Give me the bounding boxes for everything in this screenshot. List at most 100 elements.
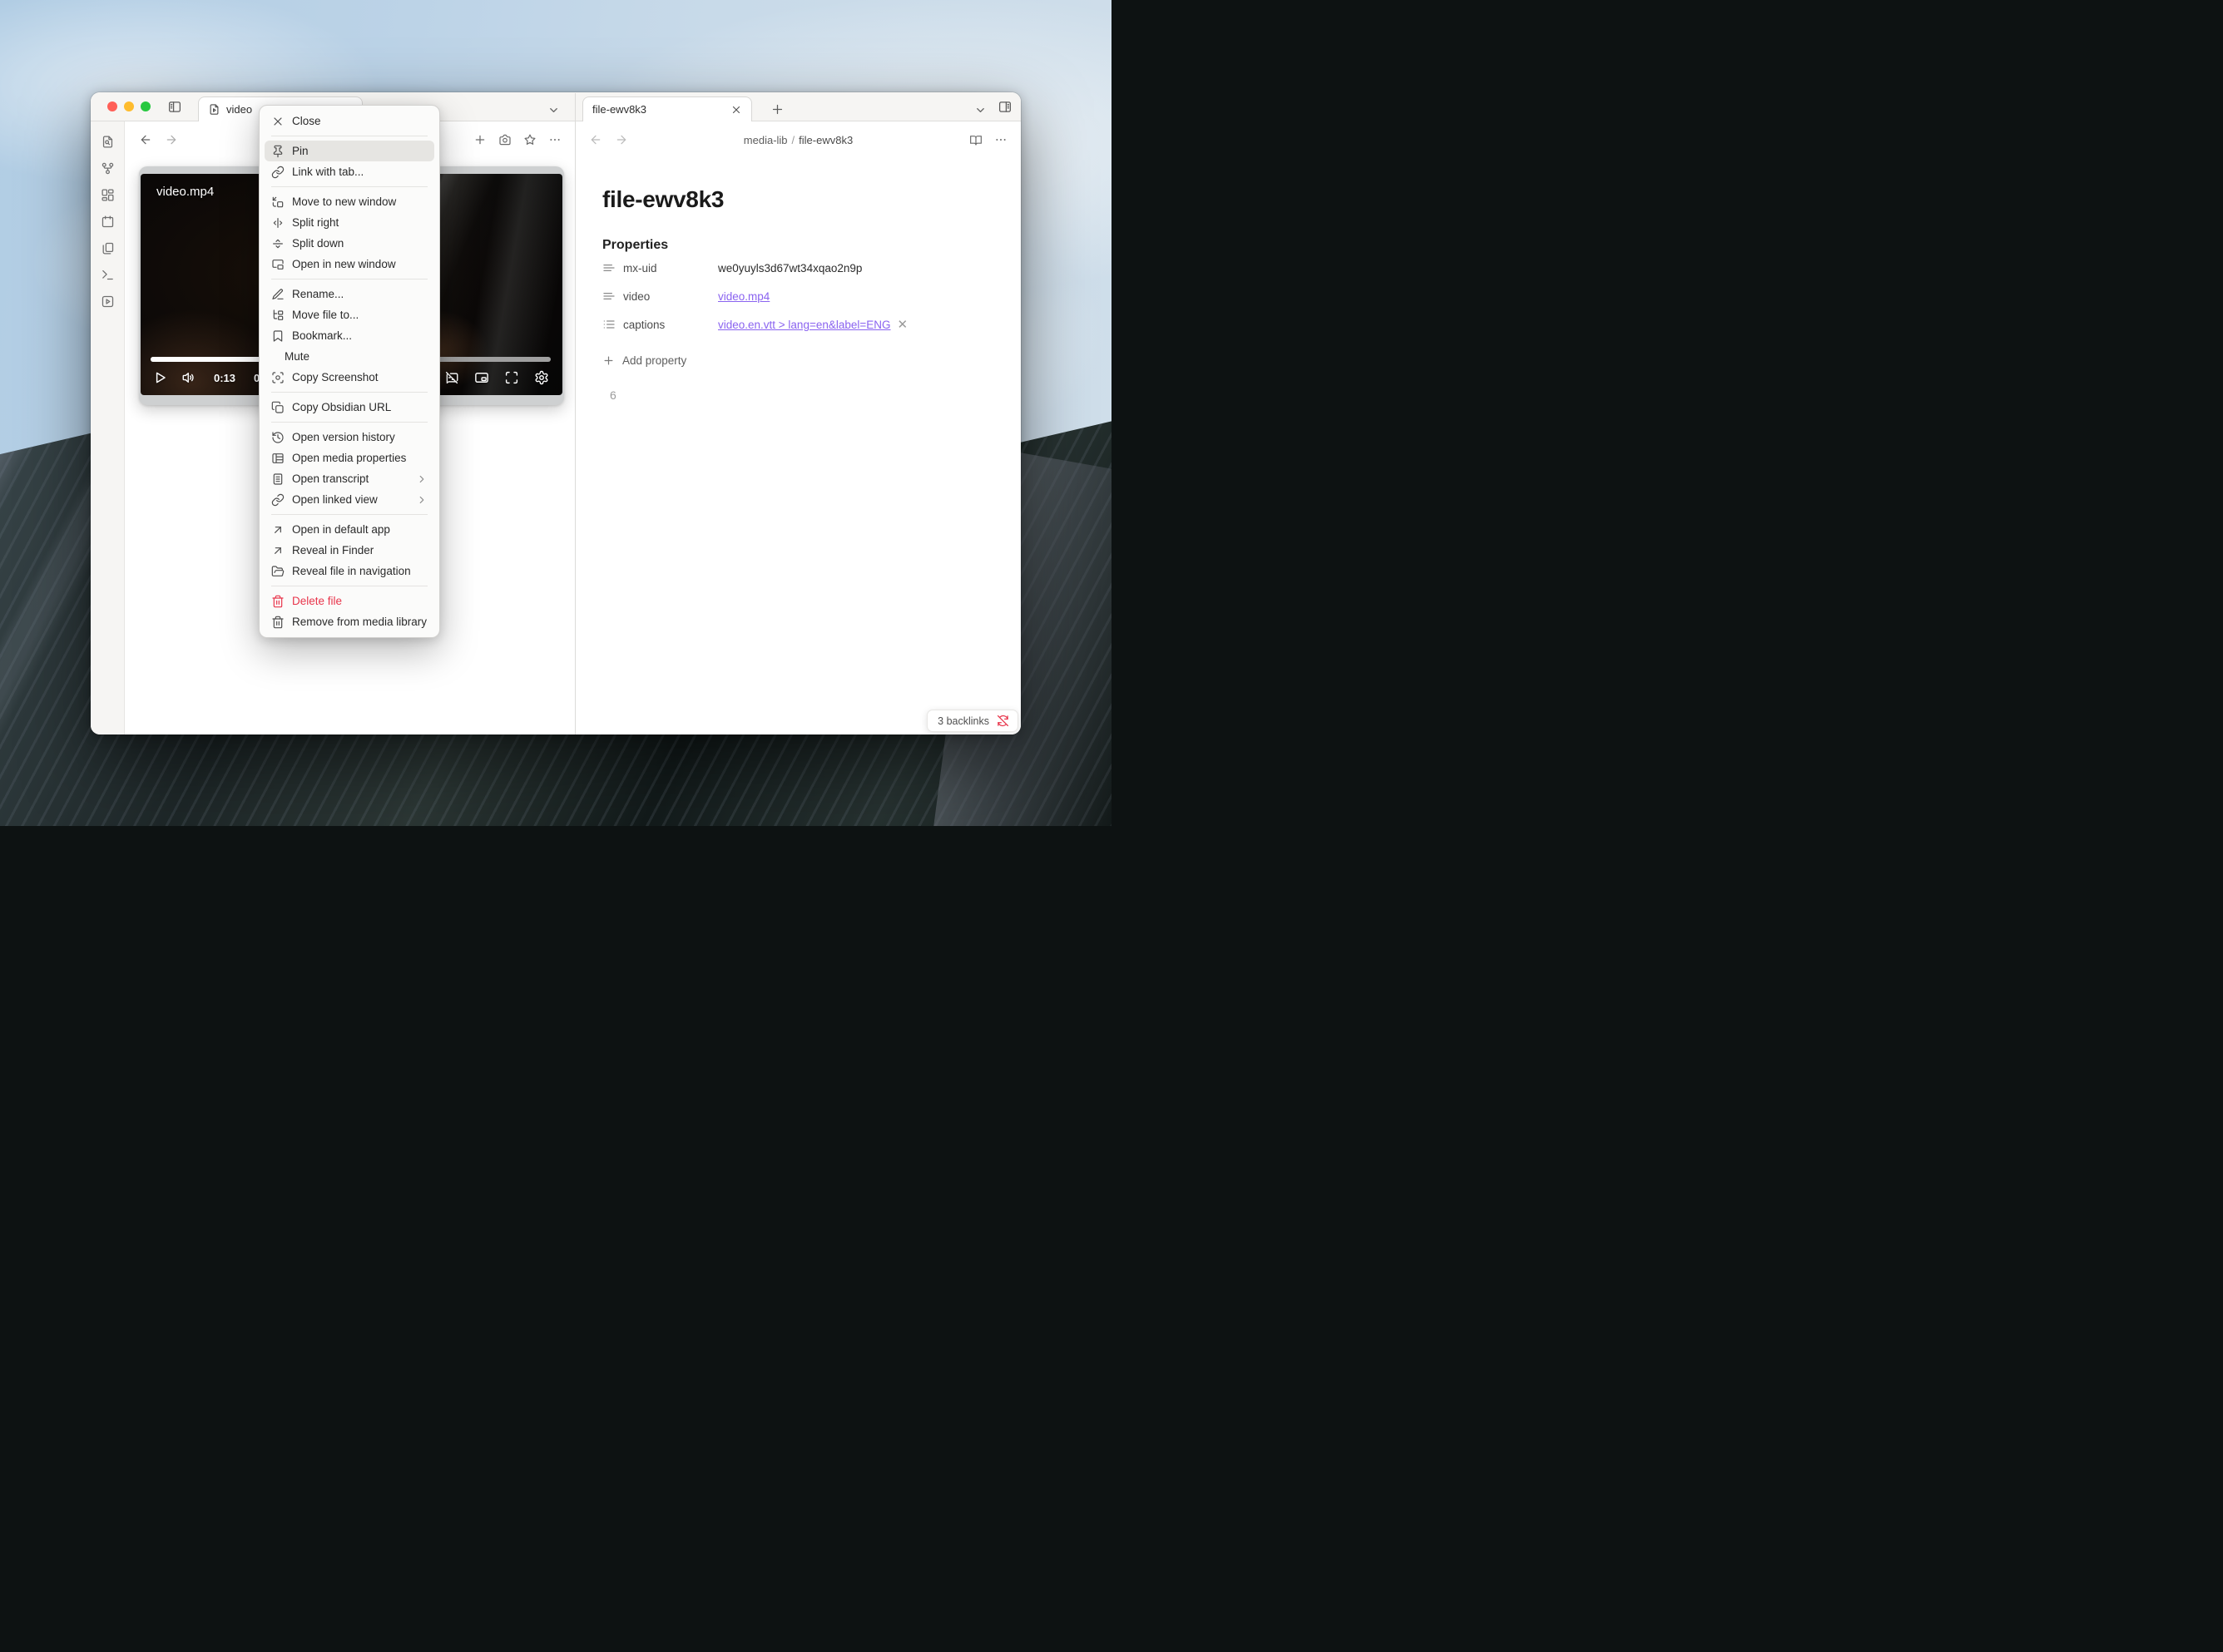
menu-separator <box>271 392 428 393</box>
panel-right-toggle-icon[interactable] <box>998 100 1012 114</box>
add-media-button[interactable] <box>473 133 487 146</box>
camera-icon[interactable] <box>498 133 512 146</box>
zoom-window-button[interactable] <box>141 101 151 111</box>
menu-item-reveal-file-in-navigation[interactable]: Reveal file in navigation <box>265 561 434 581</box>
menu-item-open-version-history[interactable]: Open version history <box>265 427 434 448</box>
copy-files-icon[interactable] <box>101 241 115 255</box>
picture-in-picture-icon[interactable] <box>474 370 489 385</box>
pane-divider[interactable] <box>575 93 576 734</box>
reading-mode-icon[interactable] <box>969 133 983 146</box>
file-search-icon[interactable] <box>101 135 115 149</box>
new-tab-button[interactable] <box>770 102 785 116</box>
menu-item-mute[interactable]: Mute <box>265 346 434 367</box>
right-pane: media-lib / file-ewv8k3 file-ewv8k3 Prop… <box>576 121 1021 734</box>
menu-item-move-to-new-window[interactable]: Move to new window <box>265 191 434 212</box>
back-arrow-icon[interactable] <box>589 133 602 146</box>
menu-item-open-media-properties[interactable]: Open media properties <box>265 448 434 468</box>
panel-left-toggle-icon[interactable] <box>167 100 182 114</box>
menu-item-open-in-new-window[interactable]: Open in new window <box>265 254 434 275</box>
chevron-right-icon <box>416 494 428 506</box>
tab-video-label: video <box>226 103 252 116</box>
move-window-icon <box>271 195 285 209</box>
breadcrumb-current[interactable]: file-ewv8k3 <box>799 134 853 146</box>
add-property-label: Add property <box>622 354 686 367</box>
breadcrumb-parent[interactable]: media-lib <box>744 134 788 146</box>
property-value-link[interactable]: video.en.vtt > lang=en&label=ENG <box>718 319 891 331</box>
menu-item-open-transcript[interactable]: Open transcript <box>265 468 434 489</box>
link-icon <box>271 493 285 507</box>
property-key[interactable]: video <box>623 290 718 303</box>
more-options-icon[interactable] <box>548 133 562 146</box>
menu-item-copy-obsidian-url[interactable]: Copy Obsidian URL <box>265 397 434 418</box>
calendar-icon[interactable] <box>101 215 115 229</box>
table-icon <box>271 452 285 465</box>
properties-heading[interactable]: Properties <box>602 238 1004 253</box>
pencil-icon <box>271 288 285 301</box>
menu-item-split-right[interactable]: Split right <box>265 212 434 233</box>
screenshot-icon <box>271 371 285 384</box>
property-value[interactable]: we0yuyls3d67wt34xqao2n9p <box>718 262 862 275</box>
text-property-icon[interactable] <box>602 261 616 275</box>
forward-arrow-icon[interactable] <box>165 133 178 146</box>
breadcrumb-separator: / <box>792 134 795 146</box>
captions-off-icon[interactable] <box>444 370 459 385</box>
tab-list-chevron-down-icon[interactable] <box>547 104 560 116</box>
close-window-button[interactable] <box>107 101 117 111</box>
menu-item-link-with-tab[interactable]: Link with tab... <box>265 161 434 182</box>
property-row-video: video video.mp4 <box>602 283 1004 309</box>
note-title[interactable]: file-ewv8k3 <box>602 186 1004 213</box>
right-pane-header: media-lib / file-ewv8k3 <box>576 121 1021 158</box>
menu-item-copy-screenshot[interactable]: Copy Screenshot <box>265 367 434 388</box>
menu-item-bookmark[interactable]: Bookmark... <box>265 325 434 346</box>
volume-icon[interactable] <box>181 370 196 385</box>
menu-item-pin[interactable]: Pin <box>265 141 434 161</box>
more-options-icon[interactable] <box>994 133 1008 146</box>
menu-item-reveal-in-finder[interactable]: Reveal in Finder <box>265 540 434 561</box>
sync-off-icon <box>997 715 1009 727</box>
play-icon[interactable] <box>152 370 167 385</box>
split-down-icon <box>271 237 285 250</box>
dashboard-icon[interactable] <box>101 188 115 202</box>
copy-icon <box>271 401 285 414</box>
settings-gear-icon[interactable] <box>534 370 549 385</box>
remove-property-value-icon[interactable]: ✕ <box>898 317 909 332</box>
fullscreen-icon[interactable] <box>504 370 519 385</box>
add-property-button[interactable]: Add property <box>602 354 1004 367</box>
forward-arrow-icon[interactable] <box>615 133 628 146</box>
menu-item-move-file-to[interactable]: Move file to... <box>265 304 434 325</box>
menu-item-rename[interactable]: Rename... <box>265 284 434 304</box>
menu-item-open-in-default-app[interactable]: Open in default app <box>265 519 434 540</box>
minimize-window-button[interactable] <box>124 101 134 111</box>
tab-context-menu: Close Pin Link with tab... Move to new w… <box>259 105 440 638</box>
close-tab-icon[interactable] <box>730 104 742 116</box>
video-filename-overlay: video.mp4 <box>156 185 214 199</box>
menu-item-remove-from-media-library[interactable]: Remove from media library <box>265 611 434 632</box>
property-key[interactable]: mx-uid <box>623 262 718 275</box>
property-value-link[interactable]: video.mp4 <box>718 290 770 303</box>
tab-file-ewv8k3[interactable]: file-ewv8k3 <box>582 96 752 121</box>
menu-item-split-down[interactable]: Split down <box>265 233 434 254</box>
menu-item-delete-file[interactable]: Delete file <box>265 591 434 611</box>
desktop: video file-ewv8k3 <box>0 0 1112 826</box>
menu-item-close[interactable]: Close <box>265 111 434 131</box>
line-number: 6 <box>602 388 1004 402</box>
folder-tree-icon <box>271 309 285 322</box>
graph-icon[interactable] <box>101 161 115 176</box>
menu-item-open-linked-view[interactable]: Open linked view <box>265 489 434 510</box>
trash-icon <box>271 595 285 608</box>
terminal-icon[interactable] <box>101 268 115 282</box>
text-property-icon[interactable] <box>602 289 616 303</box>
menu-separator <box>271 514 428 515</box>
property-key[interactable]: captions <box>623 319 718 331</box>
tab-file-label: file-ewv8k3 <box>592 103 646 116</box>
star-icon[interactable] <box>523 133 537 146</box>
breadcrumb: media-lib / file-ewv8k3 <box>642 121 954 158</box>
current-time: 0:13 <box>214 372 235 384</box>
list-property-icon[interactable] <box>602 318 616 331</box>
tab-list-chevron-down-right-icon[interactable] <box>974 104 987 116</box>
media-library-icon[interactable] <box>101 294 115 309</box>
back-arrow-icon[interactable] <box>139 133 152 146</box>
x-icon <box>271 115 285 128</box>
tab-bar: video file-ewv8k3 <box>91 92 1021 121</box>
backlinks-status-pill[interactable]: 3 backlinks <box>927 710 1018 732</box>
